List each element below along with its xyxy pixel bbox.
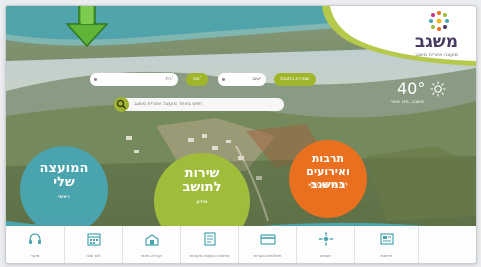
community-icon (145, 234, 159, 246)
site-tagline: מועצה אזורית משגב (415, 52, 458, 58)
calendar-icon (87, 233, 101, 246)
logo-dots-icon (429, 11, 449, 31)
nav-tile-empty (418, 226, 476, 263)
search-placeholder: חפש באתר מועצה אזורית משגב (134, 101, 203, 107)
settlement-label: ישוב (252, 76, 261, 82)
settlements-icon (319, 232, 333, 246)
sun-icon (430, 81, 446, 97)
nav-tile-hotline[interactable]: מוקד (6, 226, 64, 263)
address-search: רח' מס' ישוב שמירת כתובת (90, 72, 370, 88)
news-icon (380, 233, 394, 245)
resident-service-title: שירות לתושב (182, 166, 222, 195)
page: משגב מועצה אזורית משגב רח' מס' ישוב שמיר… (0, 0, 481, 267)
weather-temperature: 40° (397, 79, 426, 98)
culture-events-circle[interactable]: תרבות ואירועים במשגב לוח אירועים מלא (289, 140, 367, 218)
nav-label: תשלומים ואגרות (253, 253, 282, 258)
save-address-label: שמירת כתובת (280, 76, 310, 82)
site-frame: משגב מועצה אזורית משגב רח' מס' ישוב שמיר… (6, 6, 476, 263)
nav-tile-calendar[interactable]: לוח שנה (64, 226, 122, 263)
number-button[interactable]: מס' (186, 73, 208, 86)
street-field[interactable]: רח' (90, 73, 178, 86)
nav-tile-payments[interactable]: תשלומים ואגרות (238, 226, 296, 263)
save-address-button[interactable]: שמירת כתובת (274, 73, 316, 86)
forms-icon (204, 232, 216, 246)
culture-events-sub: לוח אירועים מלא (307, 182, 349, 188)
search-button[interactable] (114, 97, 129, 112)
weather-label: משגב, מזג אוויר (390, 99, 424, 105)
nav-label: מוקד (30, 253, 40, 258)
dropdown-icon (222, 78, 225, 81)
nav-label: קהילה ופנאי (140, 253, 163, 258)
site-logo[interactable]: משגב (415, 32, 458, 52)
dropdown-icon (94, 78, 97, 81)
my-council-title: המועצה שלי (39, 161, 89, 190)
nav-label: טפסים ובקשות מקוונות (189, 253, 230, 258)
bottom-nav-bar: מוקד לוח שנה קהילה ופנאי טפסים ובקשות מק… (6, 226, 476, 263)
resident-service-sub: מידע (196, 199, 208, 205)
down-arrow-icon[interactable] (64, 6, 110, 48)
headset-icon (29, 233, 41, 244)
weather-widget: 40° משגב, מזג אוויר (390, 80, 462, 116)
nav-tile-forms[interactable]: טפסים ובקשות מקוונות (180, 226, 238, 263)
search-icon (116, 99, 126, 109)
nav-tile-news[interactable]: חדשות (354, 226, 418, 263)
search-input[interactable]: חפש באתר מועצה אזורית משגב (120, 98, 284, 111)
site-search: חפש באתר מועצה אזורית משגב (114, 97, 284, 113)
nav-tile-settlements[interactable]: ישובים (296, 226, 354, 263)
payments-icon (260, 234, 276, 245)
nav-tile-community[interactable]: קהילה ופנאי (122, 226, 180, 263)
nav-label: לוח שנה (86, 253, 101, 258)
my-council-sub: ראשי (58, 194, 70, 200)
nav-label: חדשות (380, 253, 393, 258)
street-label: רח' (165, 76, 173, 82)
number-label: מס' (192, 76, 201, 82)
settlement-field[interactable]: ישוב (218, 73, 266, 86)
nav-label: ישובים (320, 253, 331, 258)
